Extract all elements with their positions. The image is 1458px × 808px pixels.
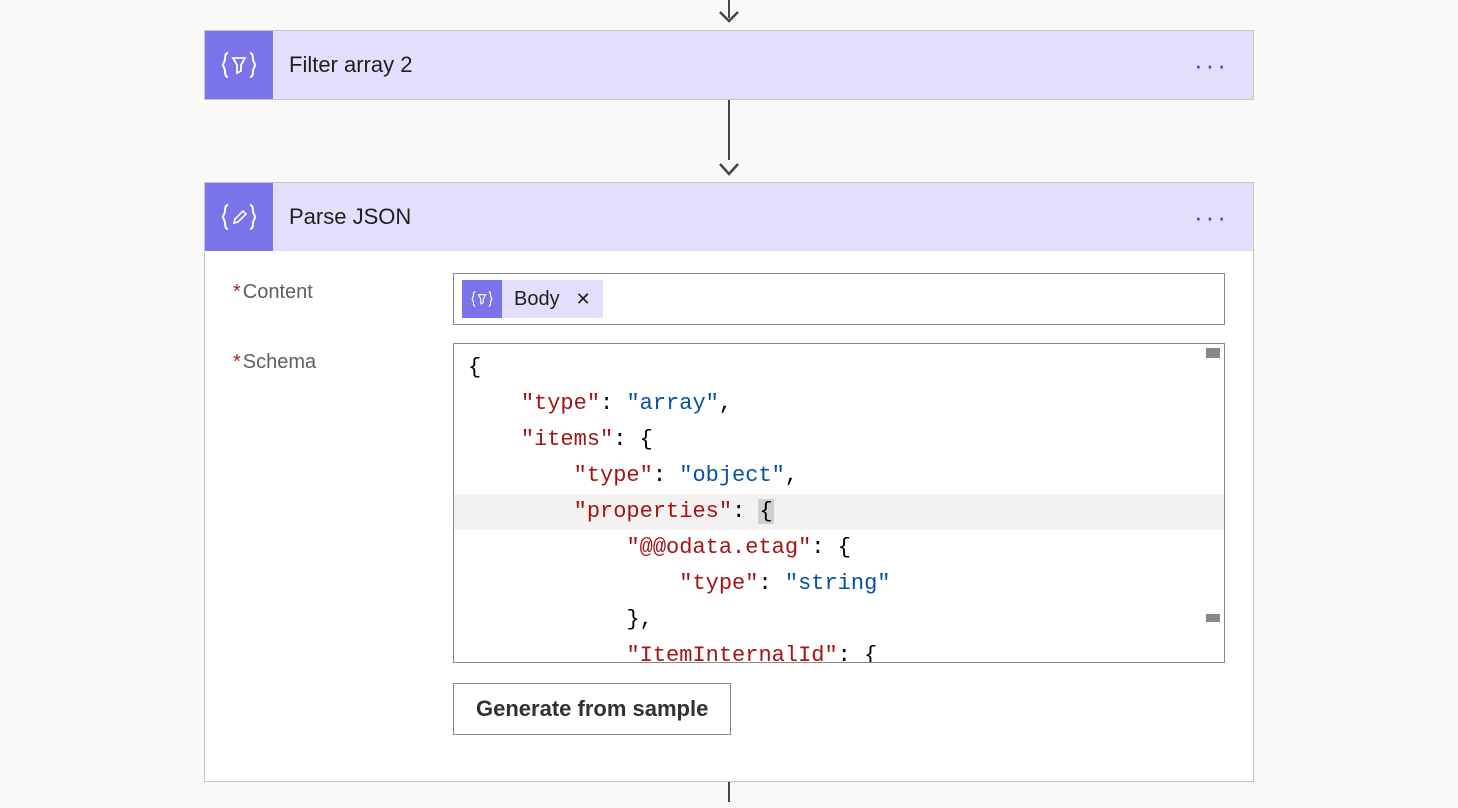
field-label-schema: *Schema	[233, 343, 453, 374]
code-line: "properties": {	[454, 494, 1224, 530]
code-line: },	[468, 602, 1210, 638]
code-line: "items": {	[468, 422, 1210, 458]
code-line: "@@odata.etag": {	[468, 530, 1210, 566]
content-input[interactable]: Body ✕	[453, 273, 1225, 325]
scrollbar-thumb[interactable]	[1206, 348, 1220, 358]
flow-arrow-incoming	[204, 0, 1254, 30]
action-card-filter-array-2: Filter array 2 ···	[204, 30, 1254, 100]
token-label: Body	[502, 288, 572, 311]
action-card-parse-json: Parse JSON ··· *Content	[204, 182, 1254, 782]
scrollbar-thumb[interactable]	[1206, 614, 1220, 622]
generate-from-sample-button[interactable]: Generate from sample	[453, 683, 731, 735]
dynamic-content-token-body[interactable]: Body ✕	[462, 280, 603, 318]
action-body: *Content Body	[205, 251, 1253, 781]
action-title: Parse JSON	[273, 204, 1170, 230]
action-title: Filter array 2	[273, 52, 1170, 78]
action-header-parse-json[interactable]: Parse JSON ···	[205, 183, 1253, 251]
flow-connector	[204, 100, 1254, 182]
code-line: {	[468, 350, 1210, 386]
action-menu-button[interactable]: ···	[1170, 50, 1253, 81]
filter-braces-icon	[462, 280, 502, 318]
code-line: "type": "object",	[468, 458, 1210, 494]
token-remove-button[interactable]: ✕	[572, 289, 603, 310]
edit-braces-icon	[205, 183, 273, 251]
code-line: "ItemInternalId": {	[468, 638, 1210, 663]
filter-braces-icon	[205, 31, 273, 99]
field-row-content: *Content Body	[233, 273, 1225, 325]
field-label-content: *Content	[233, 273, 453, 304]
code-line: "type": "string"	[468, 566, 1210, 602]
action-menu-button[interactable]: ···	[1170, 202, 1253, 233]
schema-editor[interactable]: { "type": "array", "items": { "type": "o…	[453, 343, 1225, 663]
field-row-schema: *Schema { "type": "array", "items": { "t…	[233, 343, 1225, 735]
flow-connector-out	[204, 782, 1254, 802]
action-header-filter-array-2[interactable]: Filter array 2 ···	[205, 31, 1253, 99]
code-line: "type": "array",	[468, 386, 1210, 422]
